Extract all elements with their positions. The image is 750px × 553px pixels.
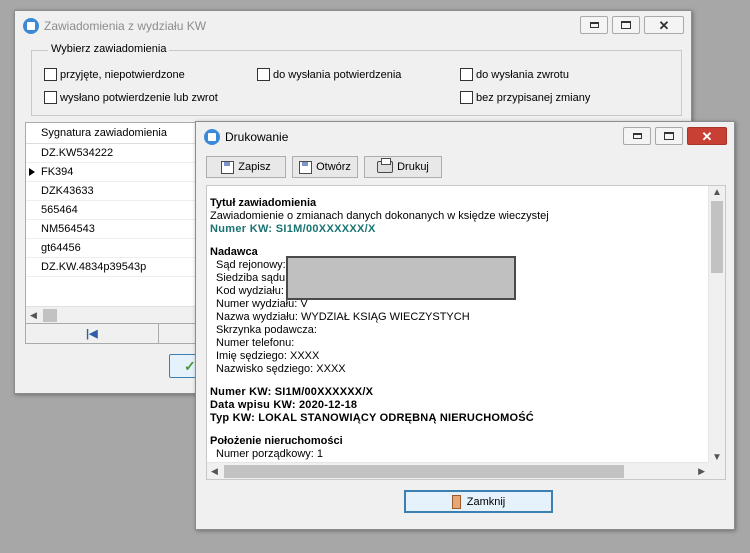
- table-row[interactable]: 565464: [26, 201, 214, 220]
- sender-field: Imię sędziego: XXXX: [216, 350, 320, 362]
- location-heading: Położenie nieruchomości: [210, 435, 343, 447]
- kw-number-line: Numer KW: SI1M/00XXXXXX/X: [210, 223, 376, 235]
- filter-no-assigned-change[interactable]: bez przypisanej zmiany: [460, 91, 590, 104]
- table-row[interactable]: DZ.KW.4834p39543p: [26, 258, 214, 277]
- cell-signature: 565464: [41, 204, 78, 216]
- save-label: Zapisz: [238, 161, 271, 173]
- kw-number-bold: Numer KW: SI1M/00XXXXXX/X: [210, 386, 374, 398]
- floppy-disk-icon: [299, 160, 313, 174]
- print-window-title: Drukowanie: [225, 130, 289, 144]
- minimize-button[interactable]: [580, 16, 608, 34]
- close-window-button[interactable]: ✕: [687, 127, 727, 145]
- floppy-disk-icon: [221, 160, 235, 174]
- open-button[interactable]: Otwórz: [292, 156, 358, 178]
- grid-navigator: |◀: [26, 323, 214, 344]
- title-heading: Tytuł zawiadomienia: [210, 197, 317, 209]
- checkmark-icon: ✓: [184, 358, 196, 374]
- table-row[interactable]: DZ.KW534222: [26, 144, 214, 163]
- scrollbar-thumb[interactable]: [43, 309, 57, 322]
- table-row-selected[interactable]: FK394: [26, 163, 214, 182]
- checkbox[interactable]: [257, 68, 270, 81]
- maximize-icon: [664, 132, 674, 140]
- table-row[interactable]: DZK43633: [26, 182, 214, 201]
- close-icon: ✕: [658, 17, 670, 33]
- cell-signature: DZK43633: [41, 185, 94, 197]
- checkbox[interactable]: [44, 68, 57, 81]
- sender-field: Numer telefonu:: [216, 337, 295, 349]
- filter-sent-confirmation-or-return[interactable]: wysłano potwierdzenie lub zwrot: [44, 91, 218, 104]
- notification-document: Tytuł zawiadomienia Zawiadomienie o zmia…: [210, 197, 706, 461]
- close-icon: ✕: [701, 128, 713, 144]
- close-button[interactable]: Zamknij: [404, 490, 553, 513]
- print-preview-area[interactable]: Tytuł zawiadomienia Zawiadomienie o zmia…: [206, 185, 726, 480]
- filter-group-title: Wybierz zawiadomienia: [48, 43, 170, 55]
- main-window-titlebar[interactable]: Zawiadomienia z wydziału KW ✕: [15, 11, 691, 41]
- cell-signature: DZ.KW.4834p39543p: [41, 261, 147, 273]
- table-row[interactable]: gt64456: [26, 239, 214, 258]
- cell-signature: NM564543: [41, 223, 95, 235]
- sender-field: Nazwa wydziału: WYDZIAŁ KSIĄG WIECZYSTYC…: [216, 311, 470, 323]
- checkbox[interactable]: [460, 91, 473, 104]
- close-label: Zamknij: [466, 495, 506, 508]
- grid-horizontal-scrollbar[interactable]: ◀: [26, 306, 214, 323]
- first-record-icon[interactable]: |◀: [86, 327, 98, 340]
- filter-groupbox: Wybierz zawiadomienia przyjęte, niepotwi…: [31, 43, 682, 116]
- sender-field: Nazwisko sędziego: XXXX: [216, 363, 346, 375]
- main-window-title: Zawiadomienia z wydziału KW: [44, 19, 207, 33]
- printer-icon: [377, 158, 394, 173]
- app-home-icon: [204, 129, 220, 145]
- maximize-icon: [621, 21, 631, 29]
- print-button[interactable]: Drukuj: [364, 156, 442, 178]
- sender-field: Skrzynka podawcza:: [216, 324, 317, 336]
- filter-label: bez przypisanej zmiany: [476, 91, 591, 104]
- minimize-icon: [632, 133, 642, 139]
- cell-signature: DZ.KW534222: [41, 147, 114, 159]
- filter-accepted-unconfirmed[interactable]: przyjęte, niepotwierdzone: [44, 68, 185, 81]
- notifications-grid[interactable]: Sygnatura zawiadomienia DZ.KW534222 FK39…: [25, 122, 215, 344]
- open-label: Otwórz: [316, 161, 351, 173]
- print-window-titlebar[interactable]: Drukowanie ✕: [196, 122, 734, 152]
- cell-signature: gt64456: [41, 242, 81, 254]
- partial-line: Numer porządkowy: 1: [216, 448, 323, 460]
- entry-date: Data wpisu KW: 2020-12-18: [210, 399, 358, 411]
- navigator-divider: [158, 324, 159, 344]
- title-text: Zawiadomienie o zmianach danych dokonany…: [210, 210, 549, 222]
- exit-door-icon: [451, 494, 461, 509]
- print-toolbar: Zapisz Otwórz Drukuj: [206, 156, 442, 179]
- scroll-up-icon[interactable]: ▲: [712, 187, 722, 198]
- minimize-button[interactable]: [623, 127, 651, 145]
- maximize-button[interactable]: [612, 16, 640, 34]
- scrollbar-thumb[interactable]: [224, 465, 624, 478]
- cell-signature: FK394: [41, 166, 74, 178]
- filter-to-send-confirmation[interactable]: do wysłania potwierdzenia: [257, 68, 401, 81]
- close-window-button[interactable]: ✕: [644, 16, 684, 34]
- preview-vertical-scrollbar[interactable]: ▲ ▼: [708, 186, 725, 464]
- checkbox[interactable]: [44, 91, 57, 104]
- filter-label: do wysłania potwierdzenia: [273, 68, 402, 81]
- preview-horizontal-scrollbar[interactable]: ◀ ▶: [207, 462, 709, 479]
- print-window: Drukowanie ✕ Zapisz Otwórz Drukuj Tytuł …: [195, 121, 735, 530]
- kw-type: Typ KW: LOKAL STANOWIĄCY ODRĘBNĄ NIERUCH…: [210, 412, 534, 424]
- scrollbar-corner: [708, 462, 725, 479]
- checkbox[interactable]: [460, 68, 473, 81]
- redaction-box: [286, 256, 516, 300]
- scroll-right-icon[interactable]: ▶: [698, 466, 705, 477]
- filter-label: przyjęte, niepotwierdzone: [60, 68, 185, 81]
- filter-to-send-return[interactable]: do wysłania zwrotu: [460, 68, 569, 81]
- column-header-signature[interactable]: Sygnatura zawiadomienia: [26, 123, 214, 144]
- minimize-icon: [589, 22, 599, 28]
- print-label: Drukuj: [397, 161, 429, 173]
- scrollbar-thumb[interactable]: [711, 201, 723, 273]
- app-home-icon: [23, 18, 39, 34]
- scroll-left-icon[interactable]: ◀: [211, 466, 218, 477]
- filter-label: do wysłania zwrotu: [476, 68, 569, 81]
- row-indicator-icon: [29, 168, 35, 176]
- save-button[interactable]: Zapisz: [206, 156, 286, 178]
- scroll-left-icon[interactable]: ◀: [30, 310, 37, 321]
- table-row[interactable]: NM564543: [26, 220, 214, 239]
- filter-label: wysłano potwierdzenie lub zwrot: [60, 91, 218, 104]
- maximize-button[interactable]: [655, 127, 683, 145]
